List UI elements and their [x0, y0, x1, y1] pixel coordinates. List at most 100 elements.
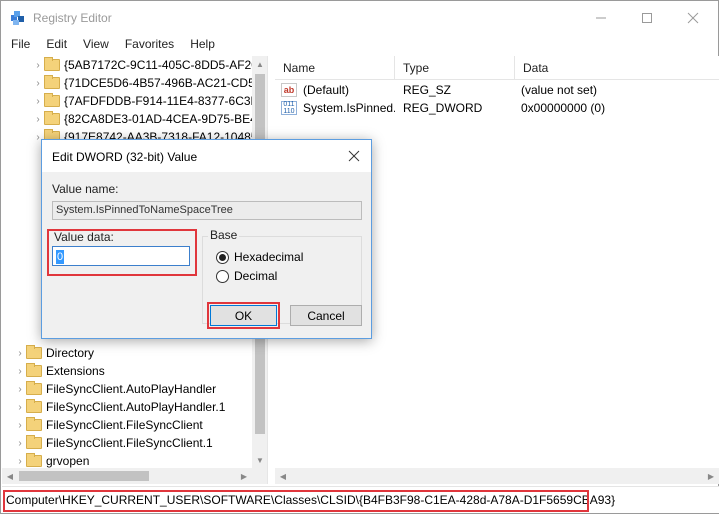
close-icon [687, 12, 699, 24]
menu-edit[interactable]: Edit [36, 35, 73, 55]
chevron-right-icon[interactable]: › [14, 362, 26, 380]
edit-dword-dialog: Edit DWORD (32-bit) Value Value name: Sy… [41, 139, 372, 339]
dialog-title: Edit DWORD (32-bit) Value [52, 150, 198, 164]
value-row[interactable]: ab (Default) REG_SZ (value not set) [275, 81, 715, 99]
column-name[interactable]: Name [275, 56, 395, 80]
value-name: (Default) [303, 83, 350, 97]
dialog-title-bar: Edit DWORD (32-bit) Value [42, 140, 371, 172]
tree-item[interactable]: › FileSyncClient.AutoPlayHandler [2, 380, 267, 398]
chevron-right-icon[interactable]: › [32, 110, 44, 128]
chevron-right-icon[interactable]: › [14, 344, 26, 362]
chevron-right-icon[interactable]: › [14, 416, 26, 434]
maximize-icon [642, 13, 652, 23]
annotation-highlight-value-data [47, 229, 197, 276]
folder-icon [26, 399, 42, 413]
window-title: Registry Editor [33, 11, 112, 25]
value-row[interactable]: 011 110 System.IsPinned... REG_DWORD 0x00… [275, 99, 715, 117]
maximize-button[interactable] [624, 1, 670, 35]
value-data: 0x00000000 (0) [521, 101, 606, 115]
scroll-right-icon[interactable]: ▶ [703, 468, 719, 484]
tree-item[interactable]: › FileSyncClient.FileSyncClient [2, 416, 267, 434]
tree-h-scroll-thumb[interactable] [19, 471, 149, 481]
close-button[interactable] [670, 1, 716, 35]
menu-help[interactable]: Help [180, 35, 221, 55]
dialog-close-button[interactable] [343, 145, 365, 167]
tree-item-label: FileSyncClient.AutoPlayHandler.1 [46, 400, 226, 414]
scroll-left-icon[interactable]: ◀ [2, 468, 18, 484]
tree-item[interactable]: › FileSyncClient.FileSyncClient.1 [2, 434, 267, 452]
tree-item[interactable]: › {82CA8DE3-01AD-4CEA-9D75-BE4 [2, 110, 267, 128]
tree-item[interactable]: › {7AFDFDDB-F914-11E4-8377-6C3B [2, 92, 267, 110]
tree-item-label: {7AFDFDDB-F914-11E4-8377-6C3B [64, 94, 259, 108]
folder-icon [26, 435, 42, 449]
close-icon [348, 150, 360, 162]
column-type[interactable]: Type [395, 56, 515, 80]
tree-item[interactable]: › FileSyncClient.AutoPlayHandler.1 [2, 398, 267, 416]
tree-item-label: {71DCE5D6-4B57-496B-AC21-CD5E [64, 76, 263, 90]
annotation-highlight-path [3, 490, 589, 512]
menu-bar: File Edit View Favorites Help [1, 35, 718, 55]
folder-icon [26, 417, 42, 431]
registry-editor-window: Registry Editor File Edit View Favorites… [0, 0, 719, 514]
scroll-left-icon[interactable]: ◀ [275, 468, 291, 484]
minimize-button[interactable] [578, 1, 624, 35]
string-value-icon: ab [281, 83, 297, 97]
folder-icon [44, 93, 60, 107]
cancel-button[interactable]: Cancel [290, 305, 362, 326]
hexadecimal-label[interactable]: Hexadecimal [234, 250, 303, 264]
tree-item-label: Extensions [46, 364, 105, 378]
hexadecimal-radio[interactable] [216, 251, 229, 264]
decimal-radio[interactable] [216, 270, 229, 283]
tree-item[interactable]: › Extensions [2, 362, 267, 380]
folder-icon [26, 453, 42, 467]
tree-item-label: Directory [46, 346, 95, 360]
chevron-right-icon[interactable]: › [32, 92, 44, 110]
chevron-right-icon[interactable]: › [32, 74, 44, 92]
tree-item[interactable]: › {71DCE5D6-4B57-496B-AC21-CD5E [2, 74, 267, 92]
folder-icon [44, 75, 60, 89]
value-name: System.IsPinned... [303, 101, 395, 115]
folder-icon [26, 363, 42, 377]
registry-editor-icon [11, 11, 24, 25]
scroll-down-icon[interactable]: ▼ [252, 452, 267, 468]
status-bar: Computer\HKEY_CURRENT_USER\SOFTWARE\Clas… [2, 486, 719, 513]
tree-item-label: FileSyncClient.FileSyncClient.1 [46, 436, 213, 450]
minimize-icon [596, 17, 606, 19]
tree-horizontal-scrollbar[interactable]: ◀ ▶ [2, 468, 267, 484]
tree-item-label: grvopen [46, 454, 90, 468]
menu-view[interactable]: View [73, 35, 115, 55]
list-horizontal-scrollbar[interactable]: ◀ ▶ [275, 468, 719, 484]
decimal-label[interactable]: Decimal [234, 269, 277, 283]
base-group-label: Base [208, 228, 240, 242]
value-name-label: Value name: [52, 182, 119, 196]
value-type: REG_SZ [403, 83, 452, 97]
tree-item-label: {5AB7172C-9C11-405C-8DD5-AF20 [64, 58, 258, 72]
value-name-field: System.IsPinnedToNameSpaceTree [52, 201, 362, 220]
list-header: Name Type Data [275, 56, 719, 80]
scroll-right-icon[interactable]: ▶ [236, 468, 252, 484]
scroll-up-icon[interactable]: ▲ [252, 56, 267, 72]
menu-file[interactable]: File [1, 35, 36, 55]
folder-icon [26, 345, 42, 359]
folder-icon [26, 381, 42, 395]
tree-item-label: FileSyncClient.FileSyncClient [46, 418, 203, 432]
folder-icon [44, 111, 60, 125]
chevron-right-icon[interactable]: › [14, 398, 26, 416]
annotation-highlight-ok [207, 302, 280, 329]
value-data: (value not set) [521, 83, 598, 97]
tree-item[interactable]: › {5AB7172C-9C11-405C-8DD5-AF20 [2, 56, 267, 74]
folder-icon [44, 57, 60, 71]
tree-item-label: {82CA8DE3-01AD-4CEA-9D75-BE4 [64, 112, 257, 126]
tree-item-label: FileSyncClient.AutoPlayHandler [46, 382, 217, 396]
chevron-right-icon[interactable]: › [32, 56, 44, 74]
value-type: REG_DWORD [403, 101, 483, 115]
chevron-right-icon[interactable]: › [14, 434, 26, 452]
binary-value-icon: 011 110 [281, 101, 297, 115]
column-data[interactable]: Data [515, 56, 719, 80]
chevron-right-icon[interactable]: › [14, 380, 26, 398]
tree-item[interactable]: › Directory [2, 344, 267, 362]
menu-favorites[interactable]: Favorites [115, 35, 180, 55]
title-bar: Registry Editor [1, 1, 718, 35]
value-name-text: System.IsPinnedToNameSpaceTree [56, 204, 233, 216]
dialog-body: Value name: System.IsPinnedToNameSpaceTr… [42, 172, 371, 338]
